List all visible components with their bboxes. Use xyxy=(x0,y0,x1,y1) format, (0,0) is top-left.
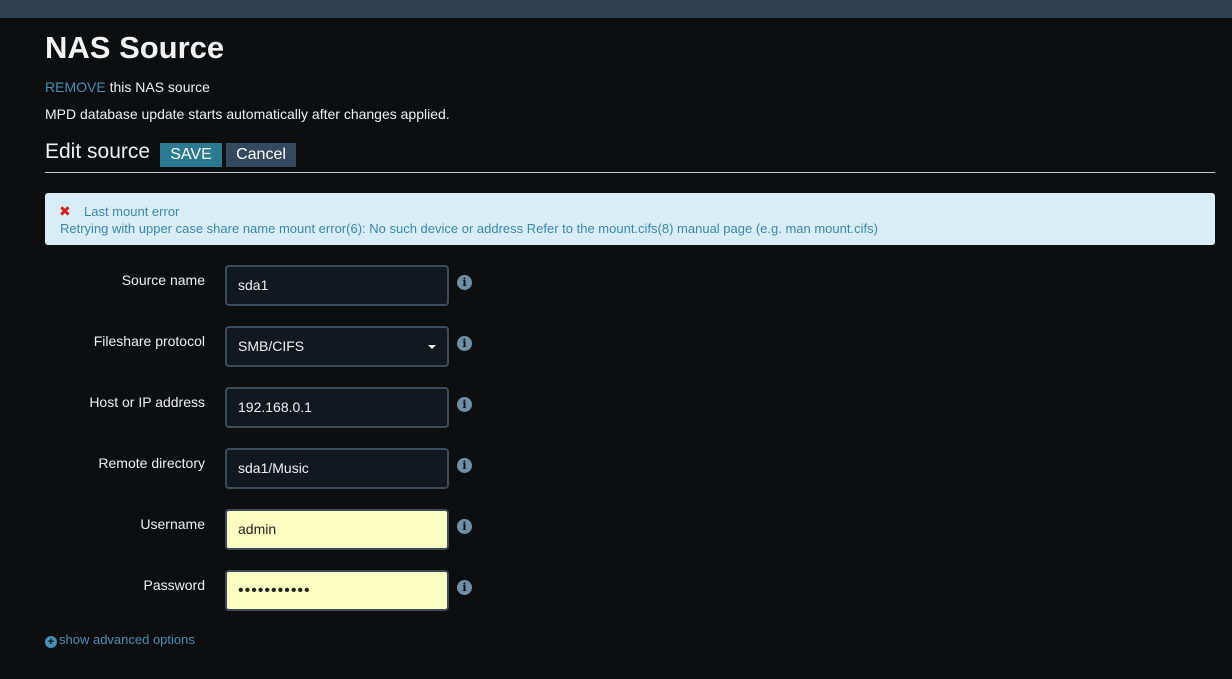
info-icon[interactable]: i xyxy=(457,397,472,412)
remote-directory-label: Remote directory xyxy=(98,455,205,471)
host-label: Host or IP address xyxy=(89,394,205,410)
info-icon[interactable]: i xyxy=(457,580,472,595)
row-host: Host or IP address 192.168.0.1 i xyxy=(45,387,545,429)
remove-line: REMOVE this NAS source xyxy=(45,79,210,95)
row-protocol: Fileshare protocol SMB/CIFS i xyxy=(45,326,545,368)
source-name-label: Source name xyxy=(121,272,205,288)
password-label: Password xyxy=(143,577,205,593)
mount-error-alert: ✖ Last mount error Retrying with upper c… xyxy=(45,193,1215,245)
info-icon[interactable]: i xyxy=(457,519,472,534)
info-icon[interactable]: i xyxy=(457,275,472,290)
row-remote-directory: Remote directory sda1/Music i xyxy=(45,448,545,490)
protocol-select[interactable]: SMB/CIFS xyxy=(225,326,449,367)
protocol-label: Fileshare protocol xyxy=(93,333,205,349)
row-source-name: Source name sda1 i xyxy=(45,265,545,307)
caret-down-icon xyxy=(428,345,436,349)
save-button[interactable]: SAVE xyxy=(160,143,222,167)
info-icon[interactable]: i xyxy=(457,458,472,473)
plus-circle-icon: + xyxy=(45,636,57,648)
alert-message: Retrying with upper case share name moun… xyxy=(60,221,878,236)
username-label: Username xyxy=(140,516,205,532)
cancel-button[interactable]: Cancel xyxy=(226,143,296,167)
section-header: Edit source SAVE Cancel xyxy=(45,140,1215,173)
section-title: Edit source xyxy=(45,140,151,163)
row-username: Username admin i xyxy=(45,509,545,551)
update-note: MPD database update starts automatically… xyxy=(45,106,450,122)
remove-line-text: this NAS source xyxy=(105,79,210,95)
close-icon: ✖ xyxy=(59,203,71,219)
protocol-selected-value: SMB/CIFS xyxy=(238,338,305,354)
host-input[interactable]: 192.168.0.1 xyxy=(225,387,449,428)
username-input[interactable]: admin xyxy=(225,509,449,550)
top-bar xyxy=(0,0,1232,18)
row-password: Password ••••••••••• i xyxy=(45,570,545,612)
alert-title: Last mount error xyxy=(84,204,180,219)
show-advanced-options-link[interactable]: + show advanced options xyxy=(45,632,195,648)
info-icon[interactable]: i xyxy=(457,336,472,351)
advanced-label: show advanced options xyxy=(59,632,195,647)
remote-directory-input[interactable]: sda1/Music xyxy=(225,448,449,489)
remove-source-link[interactable]: REMOVE xyxy=(45,79,106,95)
source-name-input[interactable]: sda1 xyxy=(225,265,449,306)
page-title: NAS Source xyxy=(45,30,225,65)
password-input[interactable]: ••••••••••• xyxy=(225,570,449,611)
